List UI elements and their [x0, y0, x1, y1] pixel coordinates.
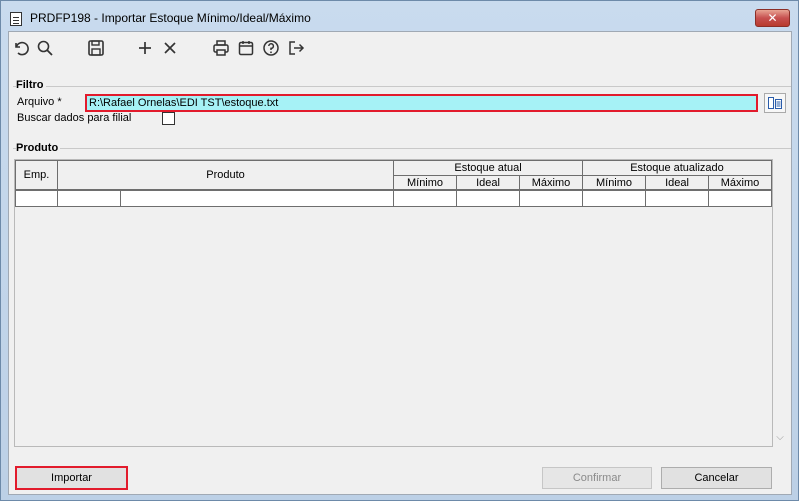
close-button[interactable]: ✕: [755, 9, 790, 27]
print-icon[interactable]: [212, 39, 230, 57]
importar-label: Importar: [51, 472, 92, 484]
calendar-icon[interactable]: [237, 39, 255, 57]
undo-icon[interactable]: [12, 39, 30, 57]
confirmar-button[interactable]: Confirmar: [542, 467, 652, 489]
filtro-title: Filtro: [16, 79, 46, 91]
column-header-atualizado-ideal[interactable]: Ideal: [645, 175, 709, 190]
exit-icon[interactable]: [287, 39, 305, 57]
table-cell[interactable]: [708, 190, 772, 207]
file-browse-icon: [768, 97, 782, 109]
column-header-atual-minimo[interactable]: Mínimo: [393, 175, 457, 190]
column-header-produto[interactable]: Produto: [57, 160, 394, 190]
delete-icon[interactable]: [161, 39, 179, 57]
column-header-atual-ideal[interactable]: Ideal: [456, 175, 520, 190]
produto-table[interactable]: Emp. Produto Estoque atual Estoque atual…: [14, 159, 773, 447]
window: PRDFP198 - Importar Estoque Mínimo/Ideal…: [0, 0, 799, 501]
importar-button[interactable]: Importar: [15, 466, 128, 490]
produto-title: Produto: [16, 142, 61, 154]
table-cell[interactable]: [519, 190, 583, 207]
table-cell[interactable]: [120, 190, 394, 207]
table-cell[interactable]: [582, 190, 646, 207]
cancelar-button[interactable]: Cancelar: [661, 467, 772, 489]
window-title: PRDFP198 - Importar Estoque Mínimo/Ideal…: [30, 11, 311, 25]
toolbar: [9, 32, 791, 64]
table-cell[interactable]: [645, 190, 709, 207]
title-bar: PRDFP198 - Importar Estoque Mínimo/Ideal…: [1, 1, 798, 31]
column-header-atualizado-minimo[interactable]: Mínimo: [582, 175, 646, 190]
table-cell[interactable]: [456, 190, 520, 207]
buscar-filial-label: Buscar dados para filial: [17, 112, 132, 124]
client-area: Filtro Arquivo * R:\Rafael Ornelas\EDI T…: [8, 31, 792, 495]
table-cell[interactable]: [57, 190, 121, 207]
column-header-emp[interactable]: Emp.: [15, 160, 58, 190]
save-icon[interactable]: [87, 39, 105, 57]
scroll-down-icon[interactable]: ⌵: [773, 432, 787, 446]
arquivo-field[interactable]: R:\Rafael Ornelas\EDI TST\estoque.txt: [85, 94, 758, 112]
search-icon[interactable]: [36, 39, 54, 57]
help-icon[interactable]: [262, 39, 280, 57]
confirmar-label: Confirmar: [572, 472, 622, 484]
column-header-atualizado-maximo[interactable]: Máximo: [708, 175, 772, 190]
arquivo-label: Arquivo *: [17, 96, 62, 108]
cancelar-label: Cancelar: [694, 472, 739, 484]
buscar-filial-checkbox[interactable]: [162, 112, 175, 125]
add-icon[interactable]: [136, 39, 154, 57]
column-group-estoque-atual: Estoque atual: [393, 160, 583, 176]
table-cell[interactable]: [15, 190, 58, 207]
column-header-atual-maximo[interactable]: Máximo: [519, 175, 583, 190]
document-icon: [10, 12, 22, 26]
browse-file-button[interactable]: [764, 93, 786, 113]
table-cell[interactable]: [393, 190, 457, 207]
column-group-estoque-atualizado: Estoque atualizado: [582, 160, 772, 176]
